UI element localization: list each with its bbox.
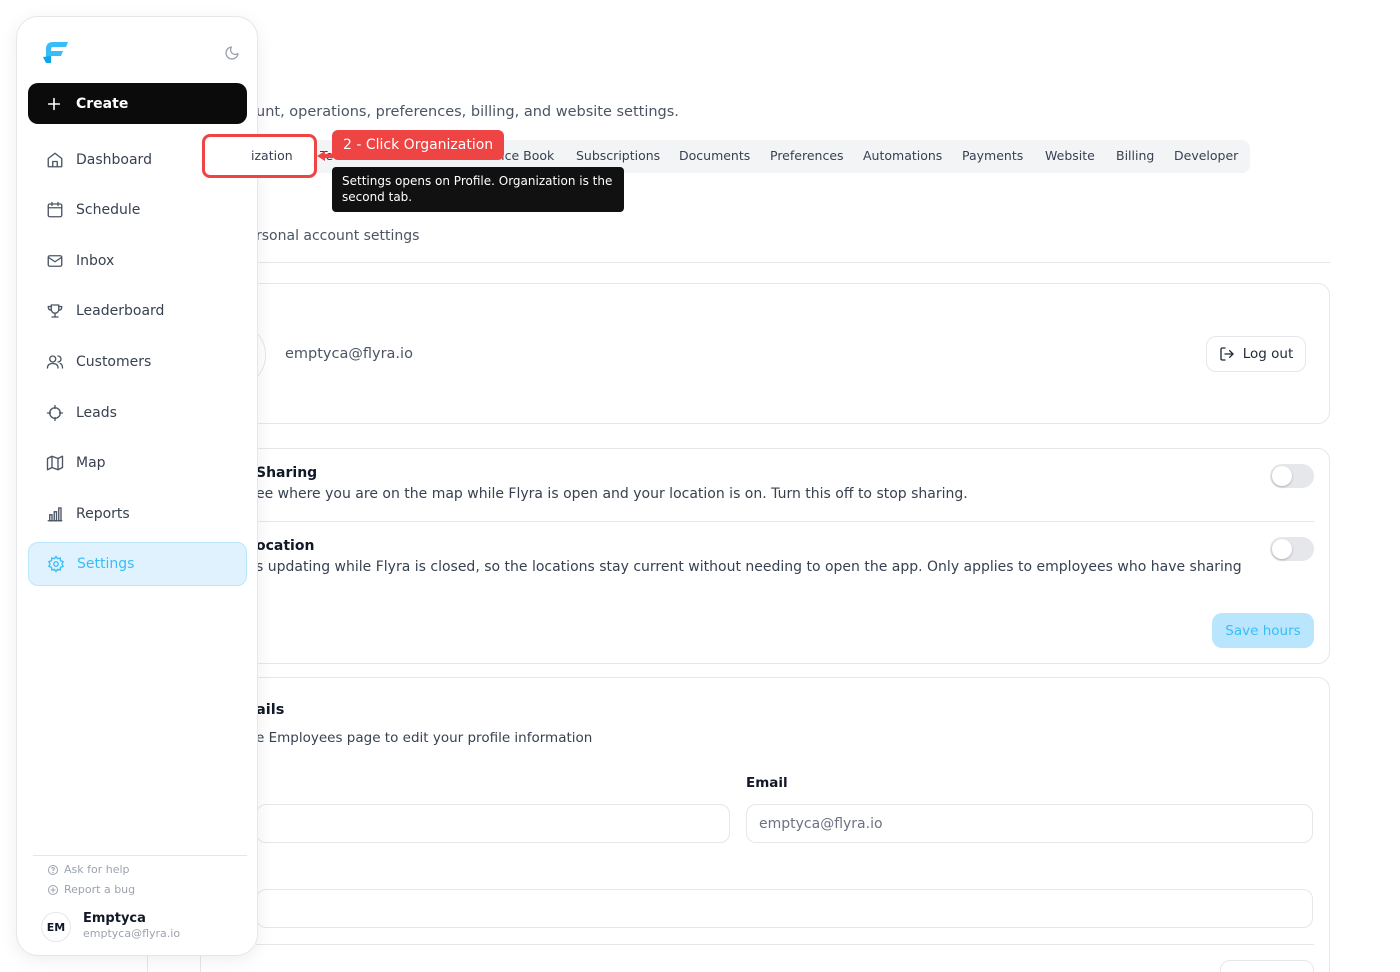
create-button[interactable]: Create — [28, 83, 247, 124]
trophy-icon — [47, 304, 63, 318]
user-avatar[interactable]: EM — [41, 912, 71, 942]
tab-organization[interactable]: ization — [251, 148, 293, 163]
sidebar-item-label: Leads — [76, 405, 117, 421]
tutorial-tooltip: Settings opens on Profile. Organization … — [332, 167, 624, 212]
report-bug-label: Report a bug — [64, 883, 136, 896]
tab-payments[interactable]: Payments — [962, 148, 1023, 163]
tab-automations[interactable]: Automations — [863, 148, 942, 163]
create-label: Create — [76, 95, 129, 112]
tab-website[interactable]: Website — [1045, 148, 1095, 163]
user-email: emptyca@flyra.io — [83, 927, 181, 940]
ask-for-help-label: Ask for help — [64, 863, 130, 876]
background-location-description: s updating while Flyra is closed, so the… — [256, 559, 1242, 575]
sidebar-item-label: Schedule — [76, 202, 141, 218]
logout-button[interactable]: Log out — [1206, 336, 1306, 372]
profile-details-description: e Employees page to edit your profile in… — [256, 730, 593, 746]
sidebar-item-label: Inbox — [76, 253, 115, 269]
toggle-knob — [1272, 539, 1292, 559]
sidebar-item-label: Customers — [76, 354, 152, 370]
profile-text-field[interactable] — [256, 889, 1313, 928]
sidebar-item-map[interactable]: Map — [28, 441, 247, 485]
divider — [256, 262, 1330, 263]
profile-details-title: ails — [256, 702, 285, 718]
sidebar-item-label: Reports — [76, 506, 130, 522]
sidebar-item-label: Dashboard — [76, 152, 152, 168]
users-icon — [46, 355, 64, 369]
location-sharing-description: ee where you are on the map while Flyra … — [256, 486, 968, 502]
sidebar-item-label: Map — [76, 455, 106, 471]
page: unt, operations, preferences, billing, a… — [0, 0, 1400, 972]
toggle-knob — [1272, 466, 1292, 486]
gear-icon — [47, 555, 65, 573]
profile-section-description: rsonal account settings — [256, 228, 420, 244]
map-icon — [46, 455, 64, 471]
tab-developer[interactable]: Developer — [1174, 148, 1238, 163]
sidebar-item-label: Settings — [77, 556, 135, 572]
page-subtitle: unt, operations, preferences, billing, a… — [256, 104, 679, 120]
flyra-logo-icon[interactable] — [41, 37, 71, 67]
sidebar-item-leaderboard[interactable]: Leaderboard — [28, 289, 247, 333]
divider — [256, 944, 1314, 945]
bar-chart-icon — [47, 507, 63, 522]
sidebar-item-customers[interactable]: Customers — [28, 340, 247, 384]
partial-button[interactable] — [1220, 960, 1314, 972]
report-bug-link[interactable]: Report a bug — [47, 883, 135, 896]
tab-subscriptions[interactable]: Subscriptions — [576, 148, 660, 163]
help-circle-icon — [48, 864, 58, 875]
location-sharing-toggle[interactable] — [1270, 464, 1314, 488]
logout-label: Log out — [1242, 346, 1294, 362]
moon-icon[interactable] — [224, 45, 240, 61]
email-field-label: Email — [746, 775, 788, 791]
calendar-icon — [47, 201, 63, 218]
divider — [33, 855, 247, 856]
location-card — [200, 448, 1330, 664]
crosshair-icon — [46, 404, 64, 422]
mail-icon — [47, 255, 63, 267]
divider — [256, 521, 1314, 522]
sidebar-item-reports[interactable]: Reports — [28, 492, 247, 536]
tab-preferences[interactable]: Preferences — [770, 148, 844, 163]
home-icon — [47, 152, 63, 168]
logout-icon — [1220, 347, 1234, 361]
background-location-toggle[interactable] — [1270, 537, 1314, 561]
tab-price-book[interactable]: rice Book — [496, 148, 554, 163]
ask-for-help-link[interactable]: Ask for help — [47, 863, 130, 876]
sidebar-item-inbox[interactable]: Inbox — [28, 239, 247, 283]
sidebar-item-settings[interactable]: Settings — [28, 542, 247, 586]
account-email: emptyca@flyra.io — [285, 346, 413, 362]
email-field[interactable] — [746, 804, 1313, 843]
tab-documents[interactable]: Documents — [679, 148, 750, 163]
tutorial-step-badge: 2 - Click Organization — [332, 130, 505, 160]
bug-icon — [48, 884, 58, 895]
user-name: Emptyca — [83, 911, 146, 926]
sidebar-item-label: Leaderboard — [76, 303, 165, 319]
tutorial-highlight-organization-tab[interactable]: ization — [202, 134, 317, 178]
sidebar-item-schedule[interactable]: Schedule — [28, 188, 247, 232]
location-sharing-title: Sharing — [256, 465, 318, 481]
tutorial-arrow-icon — [317, 151, 333, 161]
sidebar-item-leads[interactable]: Leads — [28, 391, 247, 435]
plus-icon — [47, 97, 61, 110]
tab-billing[interactable]: Billing — [1116, 148, 1154, 163]
name-field[interactable] — [256, 804, 730, 843]
background-location-title: ocation — [256, 538, 315, 554]
save-hours-button[interactable]: Save hours — [1212, 613, 1314, 648]
